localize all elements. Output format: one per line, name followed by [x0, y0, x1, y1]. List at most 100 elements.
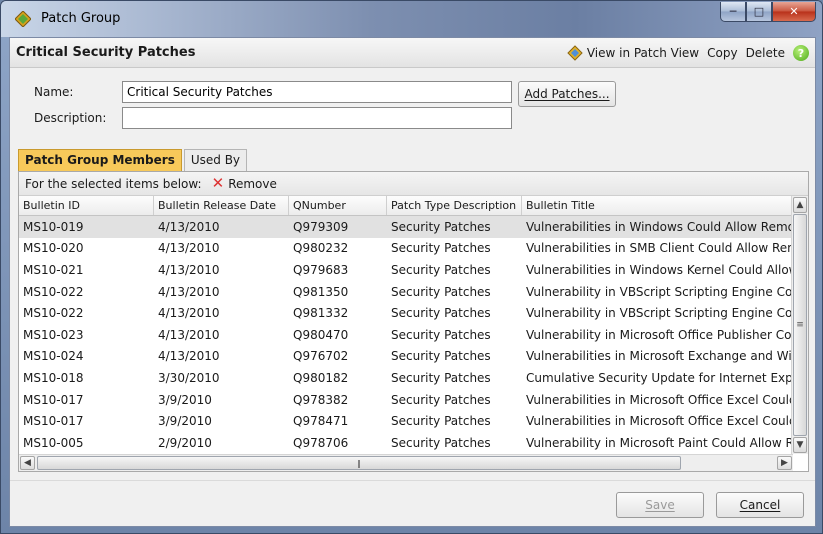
- title-bar[interactable]: Patch Group ─ □ ✕: [1, 1, 822, 37]
- cell-bulletin-id: MS10-005: [23, 435, 84, 450]
- minimize-button[interactable]: ─: [720, 2, 746, 22]
- header-actions: View in Patch View Copy Delete ?: [567, 45, 809, 61]
- maximize-icon: □: [753, 5, 765, 18]
- remove-label: Remove: [228, 176, 277, 191]
- window-title: Patch Group: [41, 11, 121, 26]
- cell-bulletin-id: MS10-021: [23, 262, 84, 277]
- cell-release-date: 3/30/2010: [158, 370, 220, 385]
- cell-patch-type: Security Patches: [391, 219, 491, 234]
- chevron-left-icon: ◀: [24, 458, 31, 468]
- cell-patch-type: Security Patches: [391, 435, 491, 450]
- remove-button[interactable]: ✕ Remove: [212, 176, 277, 191]
- cell-bulletin-id: MS10-023: [23, 327, 84, 342]
- cell-bulletin-id: MS10-024: [23, 349, 84, 364]
- caption-buttons: ─ □ ✕: [720, 2, 816, 22]
- table-row[interactable]: MS10-023 4/13/2010 Q980470 Security Patc…: [19, 324, 793, 346]
- grip-icon: ≡: [796, 320, 804, 330]
- vertical-scrollbar[interactable]: ▲ ≡ ▼: [791, 196, 808, 454]
- header-bar: Critical Security Patches View in Patch …: [10, 38, 815, 68]
- cell-release-date: 4/13/2010: [158, 327, 220, 342]
- cell-qnumber: Q976702: [293, 349, 349, 364]
- delete-link[interactable]: Delete: [746, 46, 785, 60]
- table-row[interactable]: MS10-017 3/9/2010 Q978382 Security Patch…: [19, 389, 793, 411]
- save-button[interactable]: Save: [616, 492, 704, 518]
- cell-bulletin-title: Vulnerabilities in Microsoft Office Exce…: [526, 392, 793, 407]
- horizontal-scroll-thumb[interactable]: ‖: [37, 456, 681, 470]
- cell-qnumber: Q978471: [293, 414, 349, 429]
- cell-release-date: 3/9/2010: [158, 414, 212, 429]
- table-row[interactable]: MS10-021 4/13/2010 Q979683 Security Patc…: [19, 259, 793, 281]
- tab-used-by[interactable]: Used By: [183, 149, 248, 171]
- scroll-down-button[interactable]: ▼: [793, 437, 807, 453]
- table-header: Bulletin ID Bulletin Release Date QNumbe…: [19, 196, 793, 216]
- grip-icon: ‖: [357, 458, 361, 468]
- cell-qnumber: Q981332: [293, 306, 349, 321]
- tab-patch-group-members[interactable]: Patch Group Members: [18, 149, 182, 171]
- cell-patch-type: Security Patches: [391, 370, 491, 385]
- scroll-left-button[interactable]: ◀: [20, 456, 35, 470]
- table-row[interactable]: MS10-022 4/13/2010 Q981350 Security Patc…: [19, 281, 793, 303]
- view-in-patch-view-link[interactable]: View in Patch View: [587, 46, 699, 60]
- selection-toolbar: For the selected items below: ✕ Remove: [19, 172, 808, 196]
- table-row[interactable]: MS10-017 3/9/2010 Q978471 Security Patch…: [19, 410, 793, 432]
- cell-bulletin-title: Cumulative Security Update for Internet …: [526, 370, 793, 385]
- cell-bulletin-id: MS10-018: [23, 370, 84, 385]
- cell-bulletin-id: MS10-019: [23, 219, 84, 234]
- column-header[interactable]: QNumber: [289, 196, 387, 215]
- cell-bulletin-id: MS10-020: [23, 241, 84, 256]
- scroll-up-button[interactable]: ▲: [793, 197, 807, 213]
- chevron-right-icon: ▶: [781, 458, 788, 468]
- cell-bulletin-id: MS10-022: [23, 306, 84, 321]
- cell-qnumber: Q979683: [293, 262, 349, 277]
- description-field[interactable]: [122, 107, 512, 129]
- remove-x-icon: ✕: [211, 174, 225, 192]
- maximize-button[interactable]: □: [746, 2, 772, 22]
- cell-bulletin-title: Vulnerabilities in SMB Client Could Allo…: [526, 241, 793, 256]
- table-row[interactable]: MS10-005 2/9/2010 Q978706 Security Patch…: [19, 432, 793, 454]
- column-header[interactable]: Bulletin ID: [19, 196, 154, 215]
- cell-bulletin-title: Vulnerabilities in Windows Kernel Could …: [526, 262, 793, 277]
- minimize-icon: ─: [729, 5, 737, 18]
- cell-bulletin-id: MS10-022: [23, 284, 84, 299]
- cell-release-date: 4/13/2010: [158, 262, 220, 277]
- cell-bulletin-title: Vulnerabilities in Microsoft Office Exce…: [526, 414, 793, 429]
- cell-bulletin-title: Vulnerabilities in Microsoft Exchange an…: [526, 349, 793, 364]
- cell-release-date: 4/13/2010: [158, 349, 220, 364]
- cell-patch-type: Security Patches: [391, 306, 491, 321]
- name-field[interactable]: [122, 81, 512, 103]
- cell-qnumber: Q980182: [293, 370, 349, 385]
- column-header[interactable]: Patch Type Description: [387, 196, 522, 215]
- name-label: Name:: [34, 85, 74, 99]
- close-button[interactable]: ✕: [772, 2, 816, 22]
- vertical-scroll-thumb[interactable]: ≡: [793, 214, 807, 436]
- copy-link[interactable]: Copy: [707, 46, 737, 60]
- table-row[interactable]: MS10-024 4/13/2010 Q976702 Security Patc…: [19, 346, 793, 368]
- cell-patch-type: Security Patches: [391, 414, 491, 429]
- cell-qnumber: Q978382: [293, 392, 349, 407]
- cell-bulletin-title: Vulnerability in Microsoft Paint Could A…: [526, 435, 793, 450]
- page-title: Critical Security Patches: [16, 45, 196, 60]
- table-row[interactable]: MS10-019 4/13/2010 Q979309 Security Patc…: [19, 216, 793, 238]
- cell-release-date: 3/9/2010: [158, 392, 212, 407]
- close-icon: ✕: [789, 5, 799, 18]
- patch-group-window: Patch Group ─ □ ✕ Critical Security Patc…: [0, 0, 823, 534]
- cell-patch-type: Security Patches: [391, 284, 491, 299]
- selected-items-label: For the selected items below:: [25, 176, 202, 191]
- cell-bulletin-title: Vulnerability in VBScript Scripting Engi…: [526, 306, 793, 321]
- add-patches-button[interactable]: Add Patches...: [518, 81, 616, 107]
- cell-patch-type: Security Patches: [391, 392, 491, 407]
- diamond-icon: [15, 11, 31, 27]
- cancel-button[interactable]: Cancel: [716, 492, 804, 518]
- table-row[interactable]: MS10-022 4/13/2010 Q981332 Security Patc…: [19, 302, 793, 324]
- column-header[interactable]: Bulletin Release Date: [154, 196, 289, 215]
- table-row[interactable]: MS10-020 4/13/2010 Q980232 Security Patc…: [19, 238, 793, 260]
- column-header[interactable]: Bulletin Title: [522, 196, 793, 215]
- table-row[interactable]: MS10-018 3/30/2010 Q980182 Security Patc…: [19, 367, 793, 389]
- scroll-right-button[interactable]: ▶: [777, 456, 792, 470]
- cell-release-date: 4/13/2010: [158, 284, 220, 299]
- horizontal-scrollbar[interactable]: ◀ ‖ ▶: [19, 454, 793, 471]
- chevron-up-icon: ▲: [796, 200, 804, 210]
- members-panel: For the selected items below: ✕ Remove B…: [18, 171, 809, 472]
- client-area: Critical Security Patches View in Patch …: [9, 37, 816, 527]
- help-icon[interactable]: ?: [793, 45, 809, 61]
